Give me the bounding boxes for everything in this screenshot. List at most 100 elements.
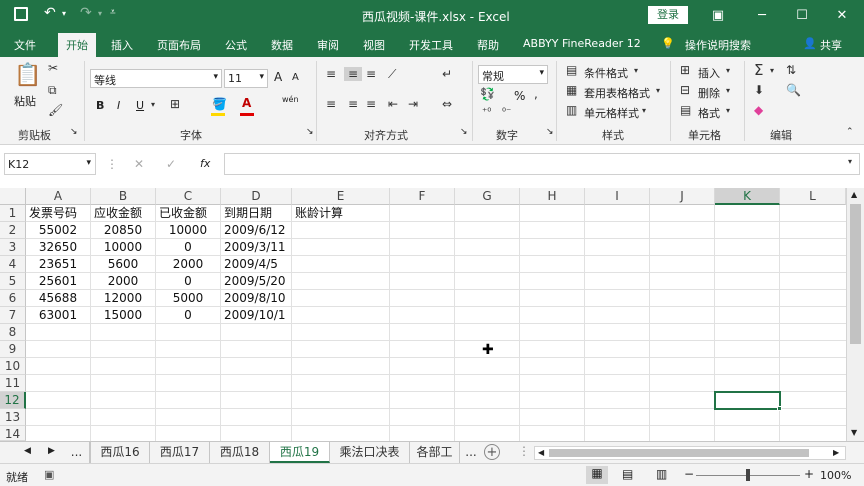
sheet-tab-2[interactable]: 西瓜17 [150, 442, 210, 463]
comma-style-icon[interactable]: , [534, 87, 538, 101]
page-break-view-icon[interactable]: ▥ [656, 467, 667, 481]
close-icon[interactable]: ✕ [820, 0, 864, 31]
sheet-tab-6[interactable]: 各部工 [410, 442, 460, 463]
tab-page-layout[interactable]: 页面布局 [157, 37, 201, 53]
column-header-c[interactable]: C [156, 188, 221, 205]
tell-me-search[interactable]: 操作说明搜索 [685, 37, 751, 53]
column-header-j[interactable]: J [650, 188, 715, 205]
conditional-format-icon[interactable]: ▤ [566, 63, 577, 77]
cell-a3[interactable]: 32650 [26, 239, 91, 256]
insert-cells-button[interactable]: 插入 [698, 65, 720, 81]
align-left-icon[interactable]: ≡ [326, 97, 336, 111]
column-header-a[interactable]: A [26, 188, 91, 205]
cell-b4[interactable]: 5600 [91, 256, 156, 273]
chevron-down-icon[interactable]: ▾ [726, 66, 730, 75]
cell-d6[interactable]: 2009/8/10 [221, 290, 292, 307]
add-sheet-icon[interactable]: + [484, 444, 500, 460]
row-header-5[interactable]: 5 [0, 273, 26, 290]
chevron-down-icon[interactable]: ▾ [259, 72, 264, 82]
column-header-g[interactable]: G [455, 188, 520, 205]
cell-a7[interactable]: 63001 [26, 307, 91, 324]
sheet-more-left[interactable]: ... [64, 442, 90, 463]
align-center-icon[interactable]: ≡ [348, 97, 358, 111]
increase-indent-icon[interactable]: ⇥ [408, 97, 418, 111]
tab-view[interactable]: 视图 [363, 37, 385, 53]
name-box[interactable]: K12 ▾ [4, 153, 96, 175]
collapse-ribbon-icon[interactable]: ⌃ [846, 127, 854, 137]
scroll-down-icon[interactable]: ▼ [851, 428, 857, 437]
chevron-down-icon[interactable]: ▾ [642, 106, 646, 115]
cell-a5[interactable]: 25601 [26, 273, 91, 290]
phonetic-button[interactable]: wén [282, 95, 299, 104]
cell-c4[interactable]: 2000 [156, 256, 221, 273]
enter-icon[interactable]: ✓ [166, 157, 176, 171]
grow-font-button[interactable]: A [274, 70, 282, 84]
cell-a1[interactable]: 发票号码 [26, 205, 91, 222]
cell-d5[interactable]: 2009/5/20 [221, 273, 292, 290]
cell-c2[interactable]: 10000 [156, 222, 221, 239]
cut-icon[interactable]: ✂ [48, 61, 58, 75]
cell-a4[interactable]: 23651 [26, 256, 91, 273]
orientation-icon[interactable]: ⟋ [388, 67, 396, 82]
font-name-box[interactable]: 等线 ▾ [90, 69, 222, 88]
cell-c5[interactable]: 0 [156, 273, 221, 290]
number-format-box[interactable]: 常规 ▾ [478, 65, 548, 84]
sheet-tab-1[interactable]: 西瓜16 [90, 442, 150, 463]
underline-button[interactable]: U [136, 99, 144, 112]
cell-c6[interactable]: 5000 [156, 290, 221, 307]
login-button[interactable]: 登录 [648, 6, 688, 24]
tab-formulas[interactable]: 公式 [225, 37, 247, 53]
prev-sheet-icon[interactable]: ◀ [24, 446, 31, 456]
vertical-scrollbar[interactable]: ▲ ▼ [846, 188, 864, 441]
row-header-13[interactable]: 13 [0, 409, 26, 426]
number-launcher-icon[interactable]: ↘ [546, 127, 554, 137]
font-color-icon[interactable]: A [242, 96, 251, 110]
zoom-in-icon[interactable]: + [804, 467, 814, 481]
cell-d3[interactable]: 2009/3/11 [221, 239, 292, 256]
scrollbar-thumb[interactable] [850, 204, 861, 344]
undo-dropdown-icon[interactable]: ▾ [62, 9, 66, 18]
sheet-tab-3[interactable]: 西瓜18 [210, 442, 270, 463]
redo-dropdown-icon[interactable]: ▾ [98, 9, 102, 18]
row-header-7[interactable]: 7 [0, 307, 26, 324]
fill-color-icon[interactable]: 🪣 [212, 97, 227, 111]
cell-d4[interactable]: 2009/4/5 [221, 256, 292, 273]
format-as-table-icon[interactable]: ▦ [566, 83, 577, 97]
row-header-6[interactable]: 6 [0, 290, 26, 307]
format-cells-icon[interactable]: ▤ [680, 103, 691, 117]
align-right-icon[interactable]: ≡ [366, 97, 376, 111]
macro-record-icon[interactable]: ▣ [44, 468, 54, 481]
page-layout-view-icon[interactable]: ▤ [622, 467, 633, 481]
chevron-down-icon[interactable]: ▾ [726, 106, 730, 115]
chevron-down-icon[interactable]: ▾ [726, 86, 730, 95]
cell-a2[interactable]: 55002 [26, 222, 91, 239]
column-header-h[interactable]: H [520, 188, 585, 205]
format-painter-icon[interactable]: 🖌 [48, 103, 63, 117]
cell-b3[interactable]: 10000 [91, 239, 156, 256]
column-header-b[interactable]: B [91, 188, 156, 205]
sheet-tab-4[interactable]: 西瓜19 [270, 442, 330, 463]
undo-icon[interactable]: ↶ [44, 5, 56, 21]
formula-input[interactable] [224, 153, 860, 175]
font-launcher-icon[interactable]: ↘ [306, 127, 314, 137]
row-header-4[interactable]: 4 [0, 256, 26, 273]
cell-d2[interactable]: 2009/6/12 [221, 222, 292, 239]
chevron-down-icon[interactable]: ▾ [634, 66, 638, 75]
zoom-out-icon[interactable]: − [684, 467, 694, 481]
column-header-l[interactable]: L [780, 188, 846, 205]
tab-home[interactable]: 开始 [58, 33, 96, 57]
column-header-d[interactable]: D [221, 188, 292, 205]
scroll-up-icon[interactable]: ▲ [851, 190, 857, 199]
cell-a6[interactable]: 45688 [26, 290, 91, 307]
find-select-icon[interactable]: 🔍 [786, 83, 801, 97]
format-as-table-button[interactable]: 套用表格格式 [584, 85, 650, 101]
next-sheet-icon[interactable]: ▶ [48, 446, 55, 456]
minimize-icon[interactable]: ─ [740, 0, 784, 31]
wrap-text-icon[interactable]: ↵ [442, 67, 452, 81]
tab-abbyy[interactable]: ABBYY FineReader 12 [523, 37, 641, 50]
shrink-font-button[interactable]: A [292, 72, 299, 83]
row-header-11[interactable]: 11 [0, 375, 26, 392]
zoom-slider-thumb[interactable] [746, 469, 750, 481]
sort-filter-icon[interactable]: ⇅ [786, 63, 796, 77]
customize-qat-icon[interactable]: ⩡ [110, 7, 116, 18]
